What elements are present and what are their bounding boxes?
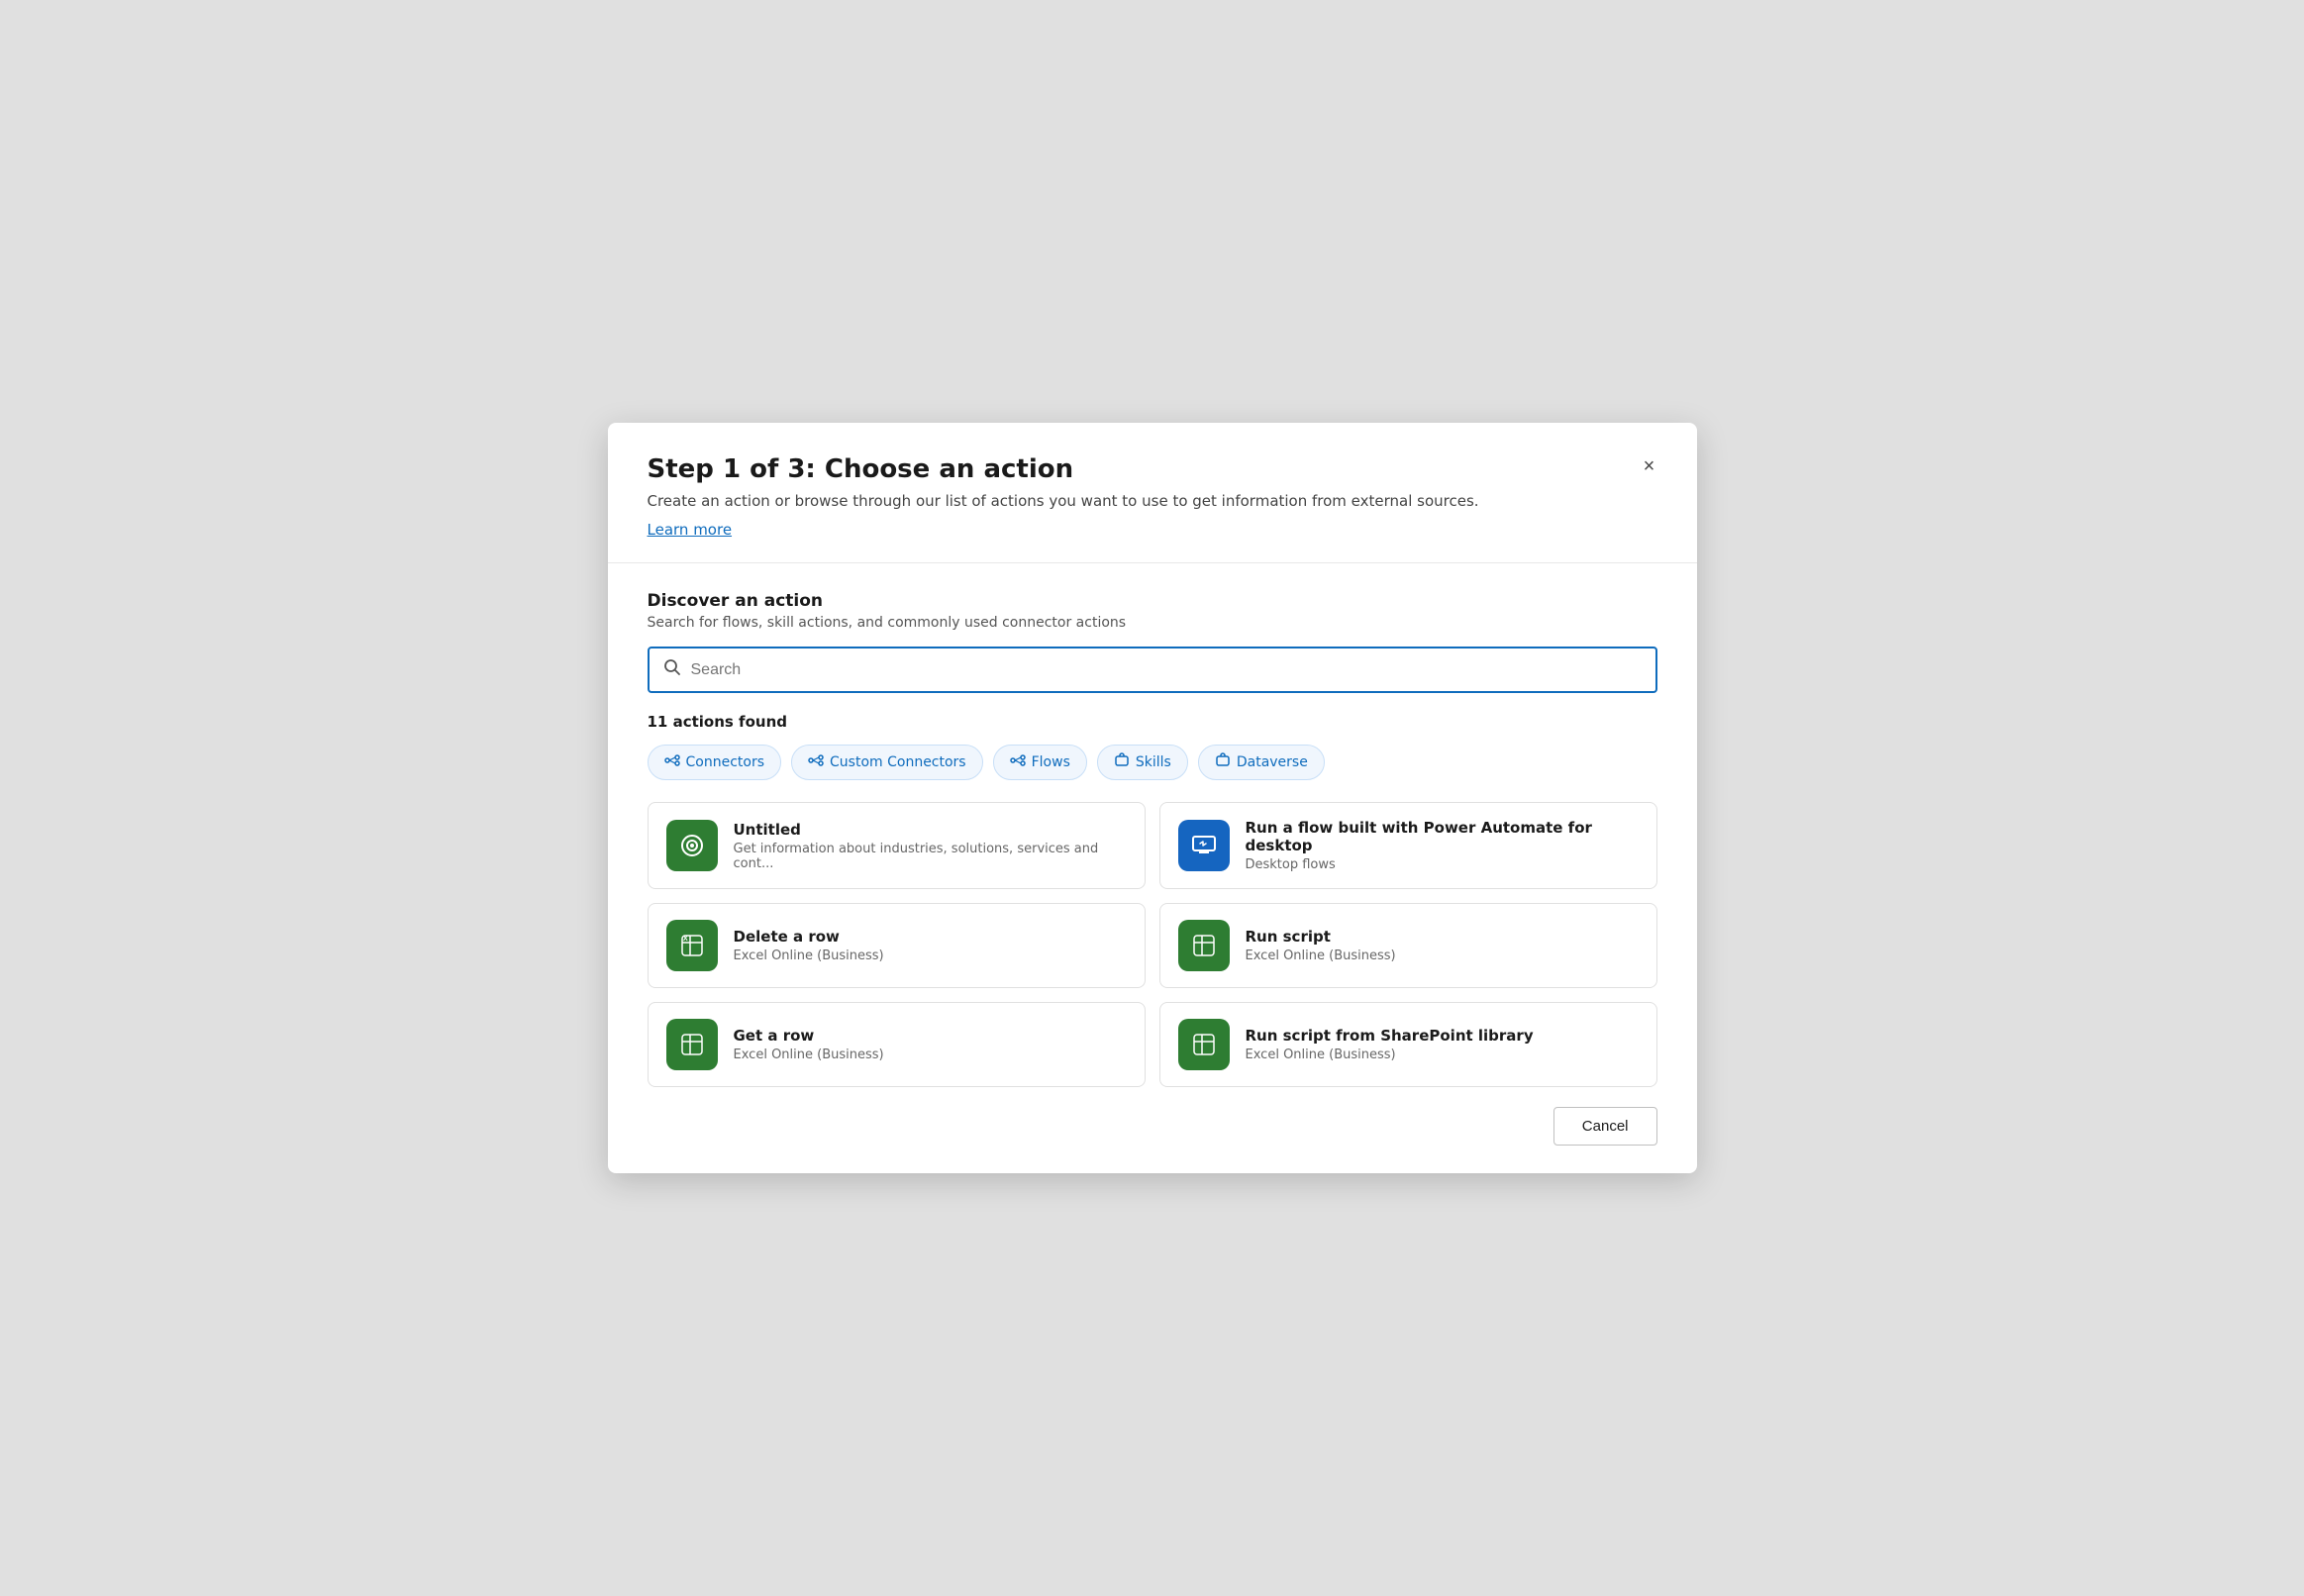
action-name-get-row: Get a row [734, 1027, 884, 1045]
learn-more-link[interactable]: Learn more [648, 521, 733, 539]
connectors-label: Connectors [686, 754, 765, 770]
action-name-delete-row: Delete a row [734, 928, 884, 946]
dataverse-icon [1215, 752, 1231, 772]
action-card-delete-row[interactable]: X Delete a row Excel Online (Business) [648, 903, 1146, 988]
action-name-desktop-flow: Run a flow built with Power Automate for… [1246, 819, 1639, 854]
connectors-icon [664, 752, 680, 772]
custom-connectors-label: Custom Connectors [830, 754, 966, 770]
action-icon-run-script-sharepoint [1178, 1019, 1230, 1070]
dialog-subtitle: Create an action or browse through our l… [648, 492, 1657, 510]
custom-connectors-icon [808, 752, 824, 772]
close-button[interactable]: × [1634, 450, 1665, 482]
action-card-untitled[interactable]: Untitled Get information about industrie… [648, 802, 1146, 889]
dialog-body: Discover an action Search for flows, ski… [608, 563, 1697, 1087]
action-name-run-script: Run script [1246, 928, 1396, 946]
action-card-get-row[interactable]: Get a row Excel Online (Business) [648, 1002, 1146, 1087]
filter-custom-connectors[interactable]: Custom Connectors [791, 745, 983, 780]
dialog-header: Step 1 of 3: Choose an action Create an … [608, 423, 1697, 563]
discover-description: Search for flows, skill actions, and com… [648, 615, 1657, 631]
action-icon-get-row [666, 1019, 718, 1070]
dataverse-label: Dataverse [1237, 754, 1308, 770]
choose-action-dialog: Step 1 of 3: Choose an action Create an … [608, 423, 1697, 1173]
action-source-get-row: Excel Online (Business) [734, 1047, 884, 1062]
action-card-run-script[interactable]: Run script Excel Online (Business) [1159, 903, 1657, 988]
search-input[interactable] [691, 661, 1642, 679]
action-source-run-script: Excel Online (Business) [1246, 948, 1396, 963]
action-card-run-desktop-flow[interactable]: Run a flow built with Power Automate for… [1159, 802, 1657, 889]
svg-text:X: X [683, 936, 688, 943]
action-source-delete-row: Excel Online (Business) [734, 948, 884, 963]
skills-label: Skills [1136, 754, 1171, 770]
actions-found-label: 11 actions found [648, 713, 1657, 731]
action-name-untitled: Untitled [734, 821, 1127, 839]
filter-pills: Connectors Custom Connectors [648, 745, 1657, 780]
filter-connectors[interactable]: Connectors [648, 745, 782, 780]
action-card-run-script-sharepoint[interactable]: Run script from SharePoint library Excel… [1159, 1002, 1657, 1087]
action-name-run-script-sharepoint: Run script from SharePoint library [1246, 1027, 1534, 1045]
search-box [648, 647, 1657, 693]
skills-icon [1114, 752, 1130, 772]
action-source-desktop-flow: Desktop flows [1246, 857, 1639, 872]
action-icon-untitled [666, 820, 718, 871]
action-source-run-script-sharepoint: Excel Online (Business) [1246, 1047, 1534, 1062]
filter-skills[interactable]: Skills [1097, 745, 1188, 780]
filter-dataverse[interactable]: Dataverse [1198, 745, 1325, 780]
flows-icon [1010, 752, 1026, 772]
search-icon [663, 658, 681, 681]
action-icon-run-script [1178, 920, 1230, 971]
cancel-button[interactable]: Cancel [1553, 1107, 1657, 1146]
actions-grid: Untitled Get information about industrie… [648, 802, 1657, 1087]
filter-flows[interactable]: Flows [993, 745, 1087, 780]
dialog-title: Step 1 of 3: Choose an action [648, 454, 1657, 484]
action-icon-desktop-flow [1178, 820, 1230, 871]
flows-label: Flows [1032, 754, 1070, 770]
action-icon-delete-row: X [666, 920, 718, 971]
dialog-footer: Cancel [608, 1087, 1697, 1173]
discover-title: Discover an action [648, 591, 1657, 611]
action-source-untitled: Get information about industries, soluti… [734, 842, 1127, 871]
